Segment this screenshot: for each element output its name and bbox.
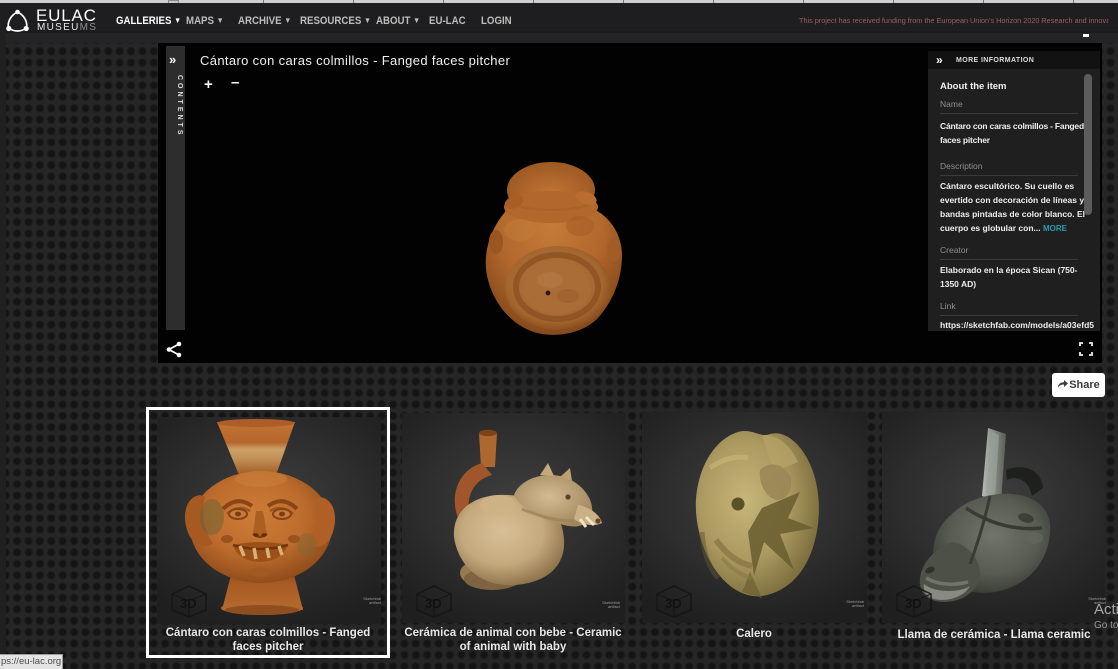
svg-text:3D: 3D (665, 596, 682, 611)
svg-text:3D: 3D (905, 596, 922, 611)
svg-text:3D: 3D (180, 596, 197, 611)
svg-text:3D: 3D (425, 596, 442, 611)
